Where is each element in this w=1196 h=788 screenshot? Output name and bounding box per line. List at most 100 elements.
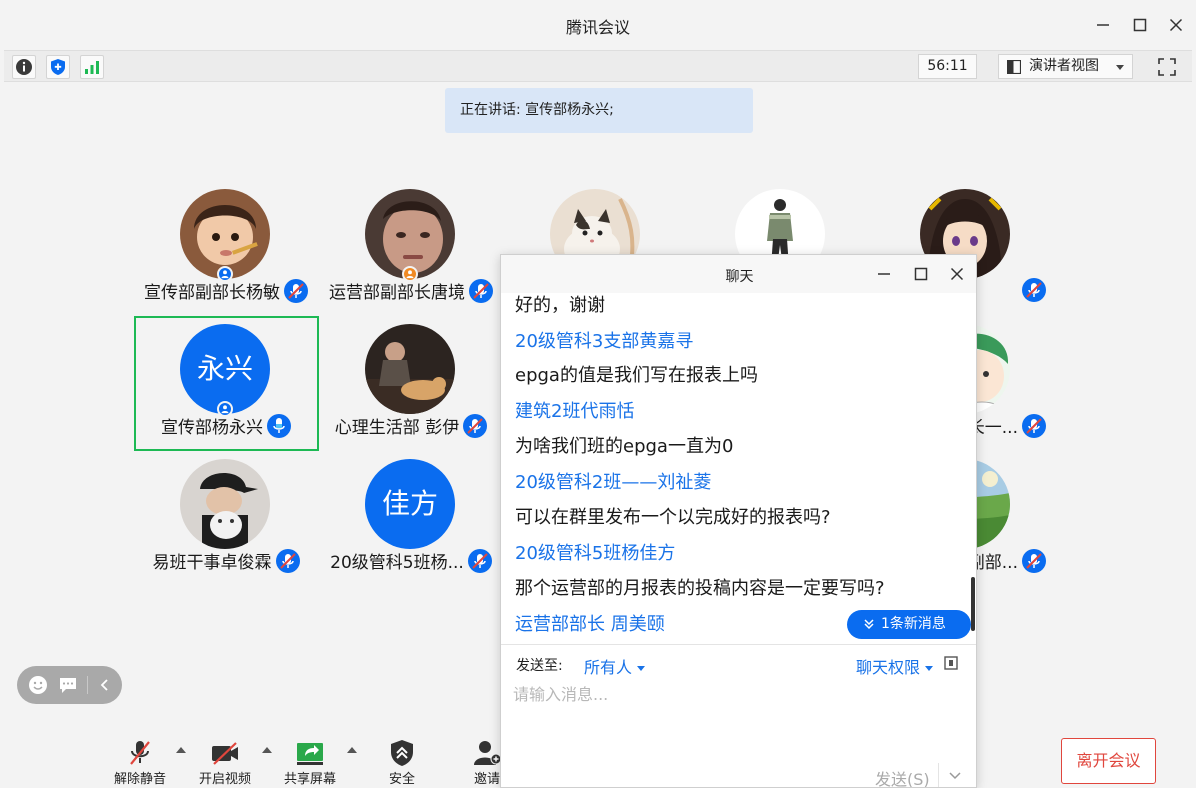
- speaking-banner: 正在讲话: 宣传部杨永兴;: [445, 88, 753, 133]
- new-messages-button[interactable]: 1条新消息: [847, 610, 971, 639]
- participant-tile[interactable]: 易班干事卓俊霖: [134, 452, 318, 584]
- chat-message-text: 可以在群里发布一个以完成好的报表吗?: [515, 507, 831, 528]
- recipient-value: 所有人: [584, 658, 633, 677]
- audio-options-arrow[interactable]: [176, 747, 186, 753]
- chat-message-sender[interactable]: 建筑2班代雨恬: [515, 397, 634, 423]
- chat-message-sender[interactable]: 20级管科2班——刘祉菱: [515, 468, 711, 494]
- shield-icon: [391, 740, 413, 766]
- chat-message-text: 那个运营部的月报表的投稿内容是一定要写吗?: [515, 578, 885, 599]
- participant-name: 20级管科5班杨...: [330, 553, 464, 573]
- chat-minimize-button[interactable]: [874, 264, 894, 284]
- send-button[interactable]: 发送(S): [875, 766, 930, 787]
- mic-muted-icon: [1022, 414, 1046, 438]
- divider: [938, 763, 939, 787]
- participant-avatar: [180, 459, 270, 549]
- network-status-button[interactable]: [80, 55, 104, 79]
- mic-muted-icon: [284, 279, 308, 303]
- mic-muted-icon: [276, 549, 300, 573]
- maximize-button[interactable]: [1127, 12, 1153, 38]
- minimize-button[interactable]: [1090, 12, 1116, 38]
- security-status-button[interactable]: [46, 55, 70, 79]
- chat-message-sender[interactable]: 运营部部长 周美颐: [515, 610, 665, 636]
- chat-permission-dropdown[interactable]: 聊天权限: [856, 654, 934, 678]
- share-screen-label: 共享屏幕: [283, 772, 336, 787]
- chat-message-text: epga的值是我们写在报表上吗: [515, 365, 758, 386]
- fullscreen-button[interactable]: [1154, 54, 1179, 79]
- chat-maximize-button[interactable]: [911, 264, 931, 284]
- chat-close-button[interactable]: [947, 264, 967, 284]
- info-button[interactable]: [12, 55, 36, 79]
- participant-tile[interactable]: 运营部副部长唐境: [319, 182, 503, 314]
- video-options-arrow[interactable]: [262, 747, 272, 753]
- share-options-arrow[interactable]: [347, 747, 357, 753]
- unmute-button[interactable]: 解除静音: [110, 734, 170, 788]
- close-icon: [950, 267, 964, 281]
- mic-muted-icon: [463, 414, 487, 438]
- danmaku-button[interactable]: [58, 675, 78, 695]
- participant-name: 易班干事卓俊霖: [152, 553, 272, 573]
- share-screen-button[interactable]: 共享屏幕: [280, 734, 340, 788]
- collapse-button[interactable]: [95, 675, 115, 695]
- chat-header[interactable]: 聊天: [501, 255, 976, 293]
- fullscreen-icon: [1157, 57, 1176, 76]
- chat-message-sender[interactable]: 20级管科3支部黄嘉寻: [515, 327, 693, 353]
- mic-muted-icon: [468, 549, 492, 573]
- security-button[interactable]: 安全: [372, 734, 432, 788]
- leave-meeting-button[interactable]: 离开会议: [1061, 738, 1156, 784]
- meeting-timer: 56:11: [918, 54, 977, 79]
- smiley-icon: [29, 676, 47, 694]
- mic-muted-icon: [1022, 278, 1046, 302]
- minimize-icon: [1097, 24, 1109, 26]
- divider: [501, 644, 976, 645]
- chat-message-text: 好的，谢谢: [515, 295, 605, 316]
- divider: [87, 676, 88, 694]
- meeting-info-bar: 56:11 演讲者视图: [4, 50, 1192, 82]
- emoji-button[interactable]: [28, 675, 48, 695]
- video-off-icon: [212, 742, 238, 765]
- chat-window: 聊天 好的，谢谢 20级管科3支部黄嘉寻 epga的值是我们写在报表上吗 建筑2…: [500, 254, 977, 788]
- participant-name-row: 运营部副部长唐境: [319, 278, 503, 303]
- participant-tile[interactable]: 佳方 20级管科5班杨...: [319, 452, 503, 584]
- speaker-view-icon: [1007, 60, 1021, 74]
- participant-tile-active[interactable]: 永兴 宣传部杨永兴: [134, 317, 318, 449]
- mic-muted-icon: [130, 741, 150, 765]
- view-mode-dropdown[interactable]: 演讲者视图: [998, 54, 1133, 79]
- participant-name-row: 20级管科5班杨...: [319, 548, 503, 573]
- recipient-dropdown[interactable]: 所有人: [584, 654, 646, 678]
- new-messages-label: 1条新消息: [881, 616, 946, 632]
- add-user-icon: [474, 741, 502, 765]
- close-button[interactable]: [1163, 12, 1189, 38]
- participant-tile[interactable]: 宣传部副部长杨敏: [134, 182, 318, 314]
- screenshot-icon[interactable]: [943, 655, 959, 671]
- chat-message-text: 为啥我们班的epga一直为0: [515, 436, 734, 457]
- chat-title: 聊天: [725, 269, 754, 285]
- chat-scrollbar[interactable]: [971, 577, 975, 631]
- share-screen-icon: [297, 743, 323, 765]
- maximize-icon: [1133, 18, 1147, 32]
- send-to-label: 发送至:: [516, 658, 563, 674]
- reaction-bar: [17, 666, 122, 704]
- chevron-down-icon: [925, 666, 934, 671]
- participant-name-row: 心理生活部 彭伊: [319, 413, 503, 438]
- participant-name: 心理生活部 彭伊: [334, 418, 460, 438]
- minimize-icon: [878, 273, 890, 275]
- chevron-left-icon: [100, 679, 108, 691]
- chevron-down-icon: [1116, 65, 1124, 70]
- participant-name-row: 易班干事卓俊霖: [134, 548, 318, 573]
- participant-name: 宣传部副部长杨敏: [144, 283, 280, 303]
- mic-muted-icon: [1022, 549, 1046, 573]
- chat-message-list[interactable]: 好的，谢谢 20级管科3支部黄嘉寻 epga的值是我们写在报表上吗 建筑2班代雨…: [501, 293, 971, 643]
- mic-muted-icon: [469, 279, 493, 303]
- chevron-down-icon[interactable]: [949, 771, 961, 781]
- participant-name-row: 宣传部杨永兴: [134, 413, 318, 438]
- maximize-icon: [914, 267, 928, 281]
- mic-active-icon: [267, 414, 291, 438]
- unmute-label: 解除静音: [113, 772, 166, 787]
- start-video-label: 开启视频: [198, 772, 251, 787]
- chat-message-sender[interactable]: 20级管科5班杨佳方: [515, 539, 675, 565]
- start-video-button[interactable]: 开启视频: [195, 734, 255, 788]
- chat-message-input[interactable]: [513, 681, 963, 761]
- participant-tile[interactable]: 心理生活部 彭伊: [319, 317, 503, 449]
- participant-avatar: 佳方: [365, 459, 455, 549]
- participant-name: 宣传部杨永兴: [161, 418, 263, 438]
